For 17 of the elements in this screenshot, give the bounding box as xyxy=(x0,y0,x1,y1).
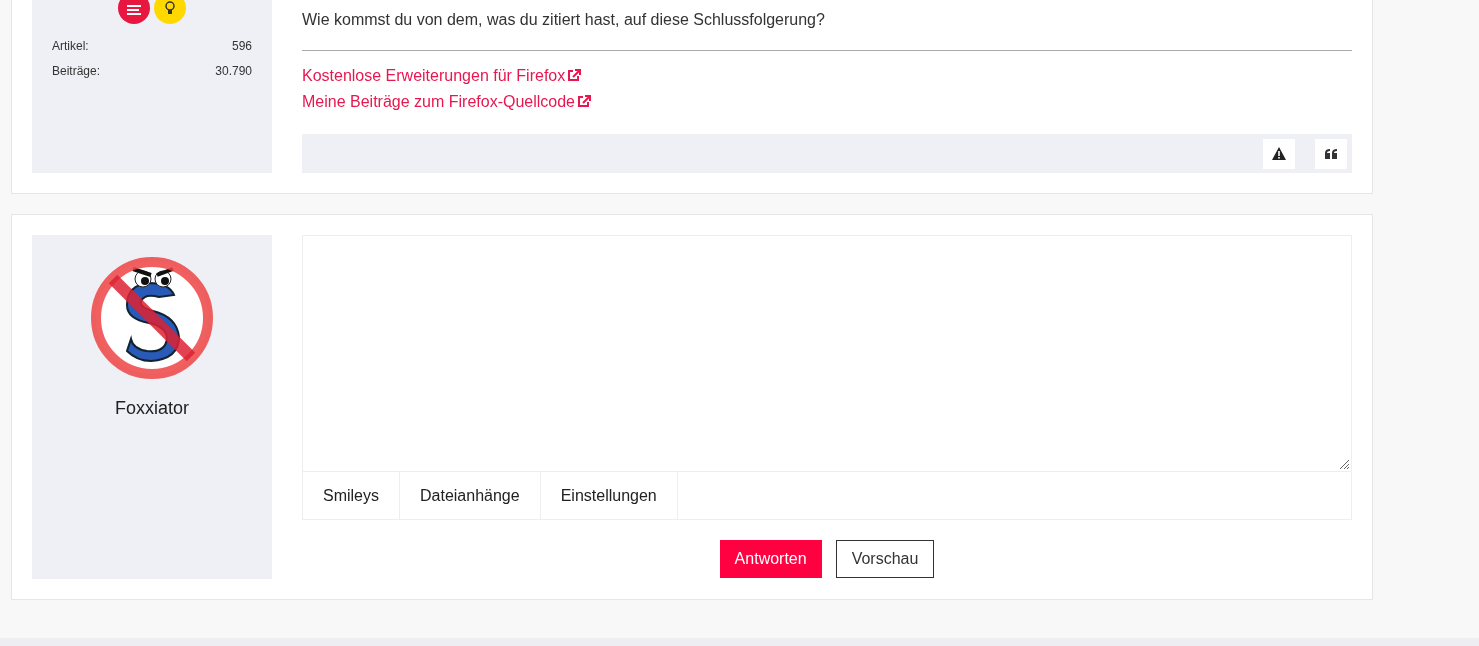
resize-handle-icon[interactable] xyxy=(1338,458,1350,470)
submit-button[interactable]: Antworten xyxy=(719,540,822,578)
external-link-icon xyxy=(567,69,582,83)
stat-value: 30.790 xyxy=(215,63,252,80)
stat-value: 596 xyxy=(231,38,252,55)
username: Foxxiator xyxy=(115,397,189,420)
stat-label: Artikel: xyxy=(52,38,89,55)
article-badge-icon xyxy=(118,0,150,24)
post-message: Wie kommst du von dem, was du zitiert hast, auf diese Schlussfolgerung? xyxy=(302,10,826,30)
preview-button[interactable]: Vorschau xyxy=(835,540,935,578)
stat-label: Beiträge: xyxy=(52,63,101,80)
lightbulb-icon xyxy=(154,0,186,24)
signature-link[interactable]: Meine Beiträge zum Firefox-Quellcode xyxy=(302,90,591,114)
report-icon[interactable] xyxy=(1263,138,1295,169)
quote-icon[interactable] xyxy=(1315,138,1347,169)
external-link-icon xyxy=(577,95,591,109)
signature-link[interactable]: Kostenlose Erweiterungen für Firefox xyxy=(302,64,582,88)
